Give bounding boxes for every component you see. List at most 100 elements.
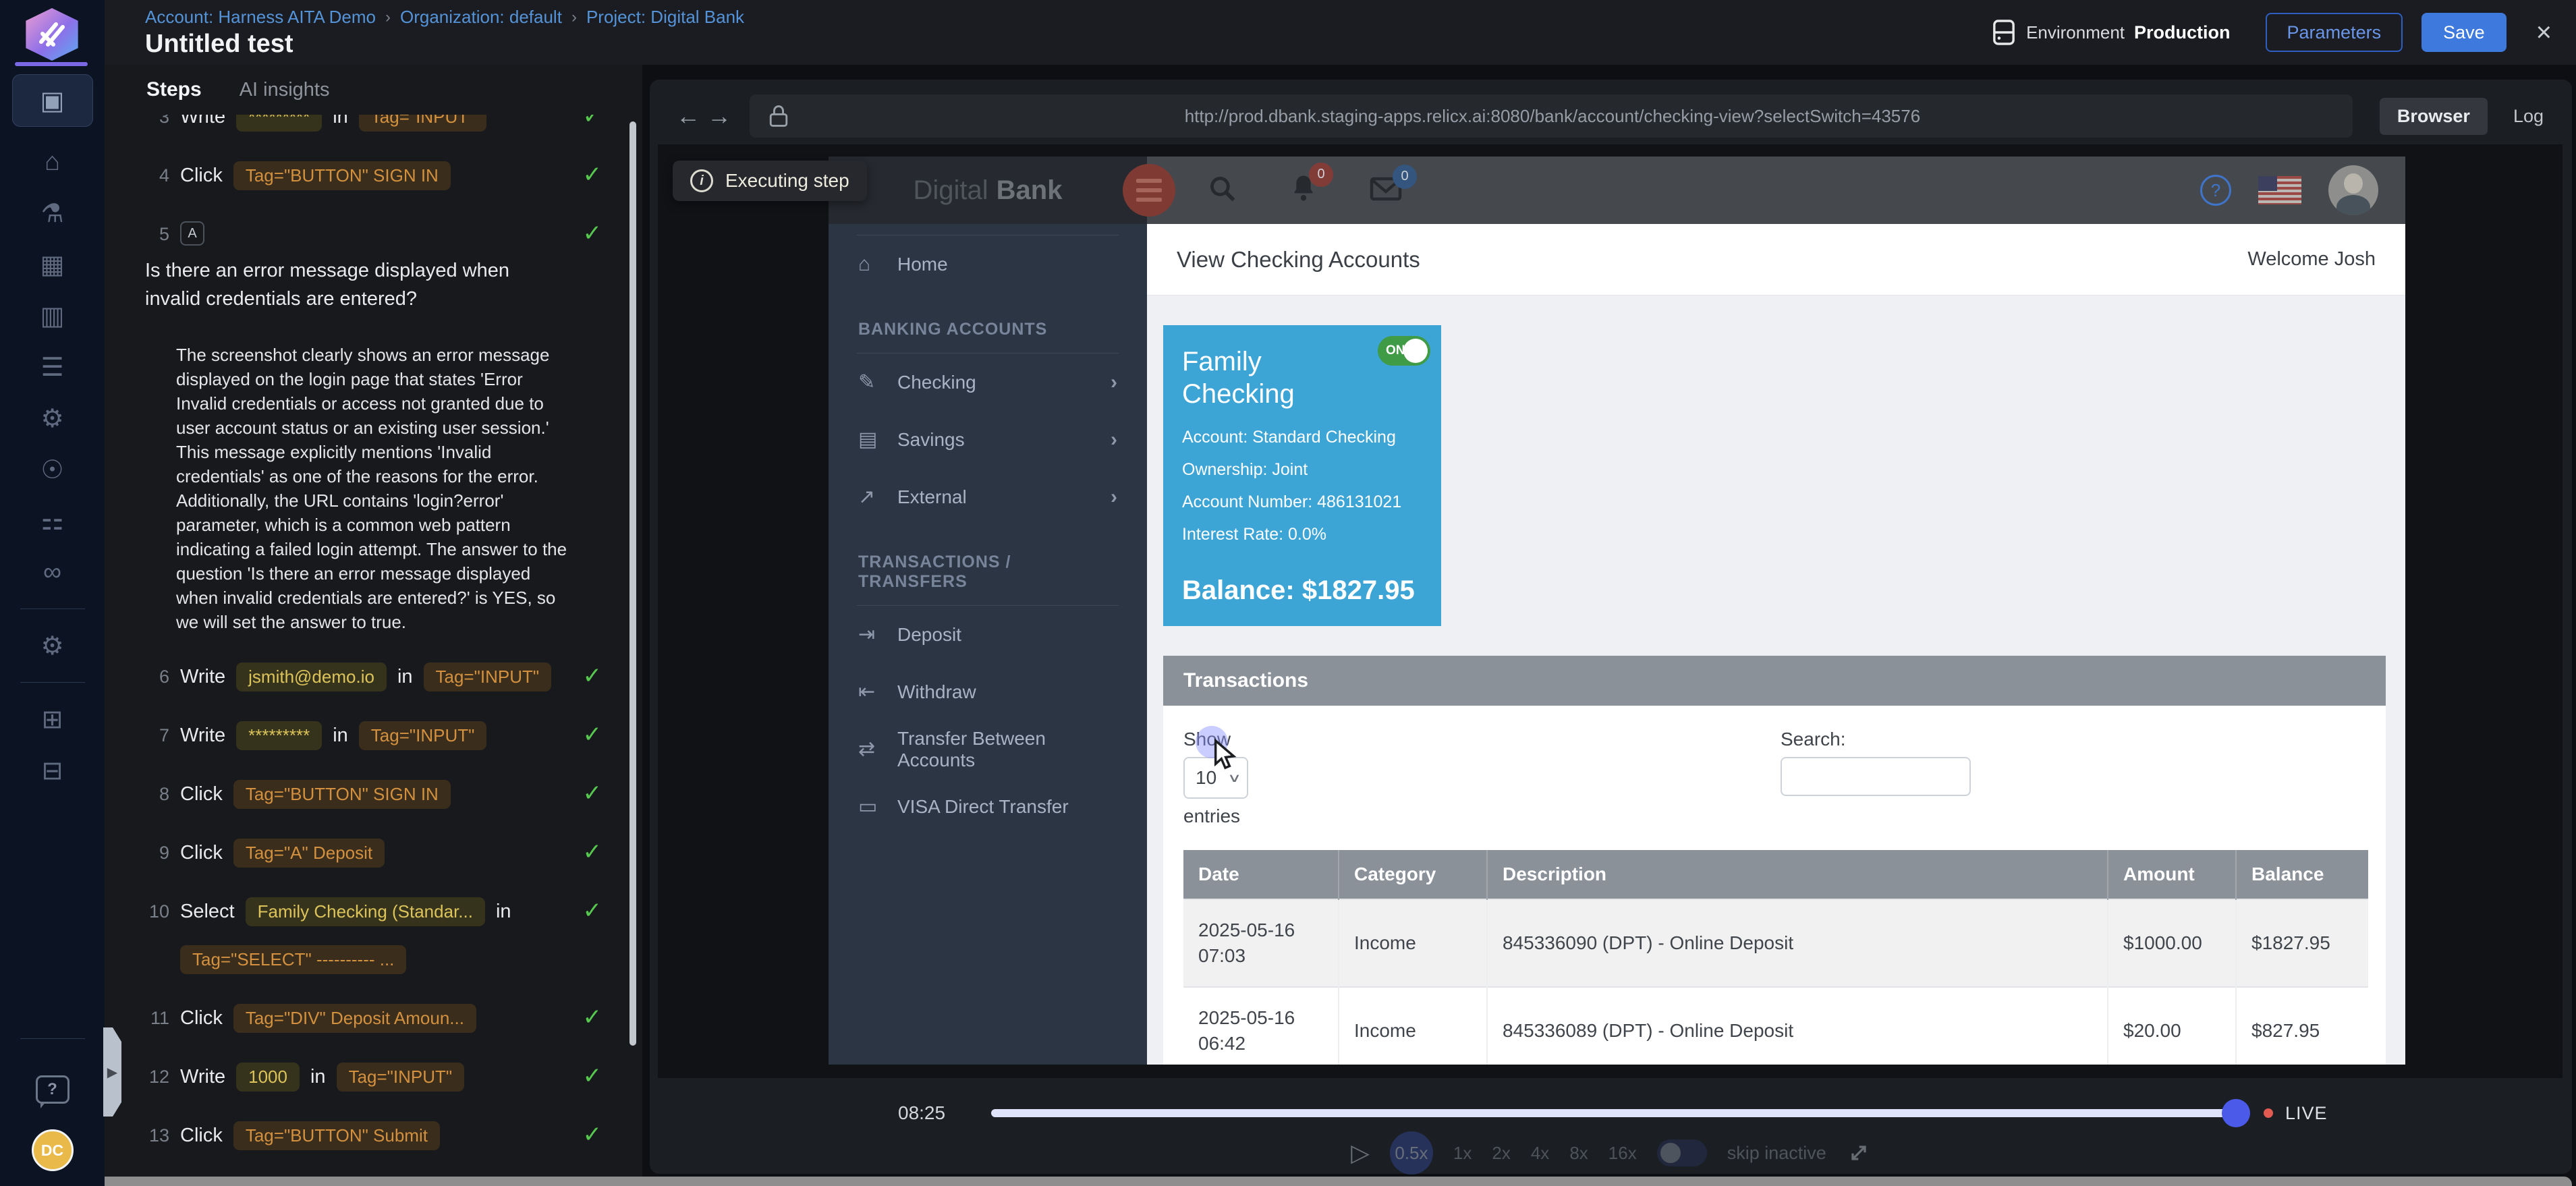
account-toggle[interactable]: ON bbox=[1378, 336, 1430, 366]
layers-settings-icon[interactable]: ⊞ bbox=[0, 694, 105, 745]
bank-sidebar-item-external[interactable]: ↗External› bbox=[829, 468, 1147, 526]
gear-icon[interactable]: ⚙ bbox=[0, 620, 105, 671]
fullscreen-icon[interactable] bbox=[1847, 1141, 1871, 1165]
step-success-check-icon: ✓ bbox=[583, 721, 603, 748]
forward-arrow-icon[interactable]: → bbox=[704, 102, 735, 130]
column-header-description[interactable]: Description bbox=[1487, 850, 2108, 899]
help-icon[interactable]: ? bbox=[2200, 175, 2231, 206]
table-cell: 2025-05-16 07:03 bbox=[1183, 899, 1339, 987]
tab-log[interactable]: Log bbox=[2508, 98, 2549, 135]
grid-icon[interactable]: ▦ bbox=[0, 239, 105, 290]
incognito-icon[interactable]: ☉ bbox=[0, 444, 105, 495]
column-header-date[interactable]: Date bbox=[1183, 850, 1339, 899]
column-header-category[interactable]: Category bbox=[1339, 850, 1487, 899]
bank-user-avatar[interactable] bbox=[2328, 165, 2378, 215]
list-icon[interactable]: ☰ bbox=[0, 341, 105, 393]
bank-sidebar-item-checking[interactable]: ✎Checking› bbox=[829, 354, 1147, 411]
breadcrumb-project[interactable]: Project: Digital Bank bbox=[586, 7, 744, 28]
column-header-balance[interactable]: Balance bbox=[2236, 850, 2368, 899]
org-settings-icon[interactable]: ⊟ bbox=[0, 745, 105, 796]
bank-sidebar-item-visa-direct-transfer[interactable]: ▭VISA Direct Transfer bbox=[829, 778, 1147, 835]
step-row[interactable]: 6Writejsmith@demo.ioinTag="INPUT"✓ bbox=[145, 662, 613, 691]
lab-icon[interactable]: ⚗ bbox=[0, 188, 105, 239]
environment-value[interactable]: Production bbox=[2134, 22, 2231, 43]
url-bar[interactable]: http://prod.dbank.staging-apps.relicx.ai… bbox=[750, 94, 2353, 138]
tab-steps[interactable]: Steps bbox=[146, 78, 202, 101]
tab-ai-insights[interactable]: AI insights bbox=[240, 79, 330, 101]
search-input[interactable] bbox=[1781, 757, 1971, 796]
caret-right-icon: ▶ bbox=[107, 1064, 117, 1081]
bank-sidebar-item-withdraw[interactable]: ⇤Withdraw bbox=[829, 663, 1147, 721]
step-row[interactable]: 10SelectFamily Checking (Standar...inTag… bbox=[145, 897, 613, 974]
speed-button-8x[interactable]: 8x bbox=[1569, 1143, 1588, 1164]
home-icon: ⌂ bbox=[858, 253, 897, 276]
help-chat-icon[interactable]: ? bbox=[36, 1075, 69, 1104]
home-icon[interactable]: ⌂ bbox=[0, 136, 105, 188]
search-icon[interactable] bbox=[1208, 174, 1237, 207]
user-avatar[interactable]: DC bbox=[32, 1129, 74, 1171]
bank-sidebar-section-header: TRANSACTIONS / TRANSFERS bbox=[829, 526, 1147, 605]
speed-button-1x[interactable]: 1x bbox=[1453, 1143, 1472, 1164]
bank-sidebar-item-deposit[interactable]: ⇥Deposit bbox=[829, 606, 1147, 663]
step-connector: in bbox=[310, 1063, 326, 1088]
breadcrumb-account[interactable]: Account: Harness AITA Demo bbox=[145, 7, 376, 28]
timeline-time: 08:25 bbox=[898, 1102, 960, 1124]
close-icon[interactable]: × bbox=[2536, 19, 2552, 46]
step-row[interactable]: 13ClickTag="BUTTON" Submit✓ bbox=[145, 1121, 613, 1150]
save-button[interactable]: Save bbox=[2421, 13, 2507, 52]
back-arrow-icon[interactable]: ← bbox=[673, 102, 704, 130]
timeline-thumb[interactable] bbox=[2222, 1099, 2250, 1127]
bank-sidebar-item-transfer-between-accounts[interactable]: ⇄Transfer Between Accounts bbox=[829, 721, 1147, 778]
skip-inactive-toggle[interactable] bbox=[1657, 1139, 1707, 1166]
steps-scrollbar[interactable] bbox=[629, 121, 636, 1046]
speed-button-2x[interactable]: 2x bbox=[1492, 1143, 1510, 1164]
language-flag-icon[interactable] bbox=[2258, 176, 2301, 204]
bank-sidebar-item-savings[interactable]: ▤Savings› bbox=[829, 411, 1147, 468]
hamburger-menu-button[interactable] bbox=[1123, 164, 1175, 217]
timeline-track[interactable] bbox=[991, 1109, 2246, 1117]
step-row[interactable]: 7Write*********inTag="INPUT"✓ bbox=[145, 721, 613, 750]
playback-controls: ▷ 0.5x1x2x4x8x16x skip inactive bbox=[650, 1133, 2572, 1173]
step-locator-chip: Tag="BUTTON" SIGN IN bbox=[233, 161, 451, 190]
account-detail-line: Account Number: 486131021 bbox=[1182, 492, 1422, 512]
account-card[interactable]: Family Checking ON Account: Standard Che… bbox=[1163, 325, 1441, 626]
step-value-chip: jsmith@demo.io bbox=[236, 662, 387, 691]
panel-collapse-handle[interactable]: ▶ bbox=[103, 1027, 121, 1117]
search-group: Search: bbox=[1781, 729, 1971, 796]
step-row[interactable]: 9ClickTag="A" Deposit✓ bbox=[145, 839, 613, 868]
breadcrumb-organization[interactable]: Organization: default bbox=[400, 7, 562, 28]
step-row[interactable]: 8ClickTag="BUTTON" SIGN IN✓ bbox=[145, 780, 613, 809]
speed-button-0.5x[interactable]: 0.5x bbox=[1390, 1131, 1433, 1175]
speed-button-4x[interactable]: 4x bbox=[1531, 1143, 1549, 1164]
step-number: 12 bbox=[145, 1063, 169, 1088]
bank-brand[interactable]: Digital Bank bbox=[829, 157, 1147, 224]
notifications-bell-icon[interactable]: 0 bbox=[1289, 173, 1318, 208]
step-number: 9 bbox=[145, 839, 169, 864]
bank-nav-icons: 0 0 bbox=[1208, 157, 1402, 224]
board-icon[interactable]: ▥ bbox=[0, 290, 105, 341]
steps-scroll-area[interactable]: 3Write*********inTag="INPUT"✓ 4ClickTag="… bbox=[105, 115, 642, 1186]
bank-sidebar-item-home[interactable]: ⌂Home bbox=[829, 235, 1147, 293]
parameters-button[interactable]: Parameters bbox=[2266, 13, 2403, 52]
harness-logo-icon[interactable] bbox=[24, 8, 80, 61]
step-row[interactable]: 5AIs there an error message displayed wh… bbox=[145, 220, 613, 313]
step-locator-chip: Tag="BUTTON" Submit bbox=[233, 1121, 440, 1150]
speed-button-16x[interactable]: 16x bbox=[1608, 1143, 1637, 1164]
column-header-amount[interactable]: Amount bbox=[2108, 850, 2236, 899]
tab-browser[interactable]: Browser bbox=[2380, 98, 2488, 135]
step-row[interactable]: 12Write1000inTag="INPUT"✓ bbox=[145, 1063, 613, 1092]
table-cell: 845336089 (DPT) - Online Deposit bbox=[1487, 987, 2108, 1065]
mail-icon[interactable]: 0 bbox=[1370, 175, 1402, 206]
settings-icon[interactable]: ⚙ bbox=[0, 393, 105, 444]
pipeline-icon[interactable]: ⚏ bbox=[0, 495, 105, 546]
step-row[interactable]: 3Write*********inTag="INPUT"✓ bbox=[145, 115, 613, 132]
play-icon[interactable]: ▷ bbox=[1351, 1139, 1370, 1167]
toggle-knob bbox=[1403, 339, 1428, 363]
infinity-icon[interactable]: ∞ bbox=[0, 546, 105, 598]
page-size-select[interactable]: 10 ∨ bbox=[1183, 757, 1248, 799]
step-row[interactable]: 4ClickTag="BUTTON" SIGN IN✓ bbox=[145, 161, 613, 190]
step-row[interactable]: 11ClickTag="DIV" Deposit Amoun...✓ bbox=[145, 1004, 613, 1033]
step-action: Select bbox=[180, 897, 235, 923]
live-label: LIVE bbox=[2285, 1103, 2328, 1124]
tests-icon[interactable]: ▣ bbox=[12, 74, 93, 127]
